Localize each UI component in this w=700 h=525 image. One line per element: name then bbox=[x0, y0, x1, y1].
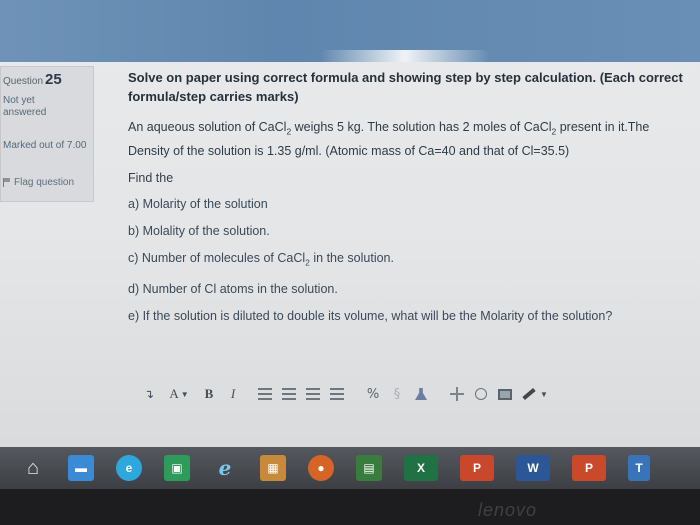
font-size-button[interactable]: A ▼ bbox=[164, 383, 194, 405]
taskbar-internet-explorer-icon[interactable]: ℯ bbox=[212, 455, 238, 481]
question-paragraph: An aqueous solution of CaCl2 weighs 5 kg… bbox=[128, 118, 688, 161]
taskbar-file-explorer-icon[interactable]: ▬ bbox=[68, 455, 94, 481]
part-c-text-1: c) Number of molecules of CaCl bbox=[128, 250, 306, 265]
brush-icon bbox=[522, 387, 536, 401]
bold-button[interactable]: B bbox=[200, 383, 218, 405]
question-content: Solve on paper using correct formula and… bbox=[128, 68, 688, 330]
excel-label: X bbox=[416, 461, 425, 475]
taskbar-media-player-icon[interactable]: ● bbox=[308, 455, 334, 481]
powerpoint-label: P bbox=[472, 461, 481, 475]
question-number-row: Question 25 bbox=[3, 71, 62, 88]
insert-image-button[interactable] bbox=[496, 383, 514, 405]
question-instruction: Solve on paper using correct formula and… bbox=[128, 70, 683, 104]
media-icon bbox=[415, 388, 427, 400]
screen-glare bbox=[320, 50, 490, 62]
italic-label: I bbox=[230, 386, 236, 401]
editor-toolbar: ↴ A ▼ B I % § ▼ bbox=[140, 382, 680, 406]
expand-toolbar-button[interactable]: ↴ bbox=[140, 383, 158, 405]
unlink-button[interactable]: § bbox=[388, 383, 406, 405]
flag-question-label: Flag question bbox=[14, 177, 75, 188]
taskbar-store-icon[interactable]: ▣ bbox=[164, 455, 190, 481]
indent-button[interactable] bbox=[328, 383, 346, 405]
screen: Question 25 Not yet answered Marked out … bbox=[0, 0, 700, 462]
part-e: e) If the solution is diluted to double … bbox=[128, 309, 613, 323]
text-color-button[interactable]: ▼ bbox=[520, 383, 550, 405]
insert-link-button[interactable]: % bbox=[364, 383, 382, 405]
outdent-icon bbox=[306, 388, 320, 400]
indent-icon bbox=[330, 388, 344, 400]
publisher-label: P bbox=[584, 461, 593, 475]
special-character-button[interactable] bbox=[448, 383, 466, 405]
unlink-icon: § bbox=[393, 386, 401, 402]
part-d: d) Number of Cl atoms in the solution. bbox=[128, 282, 338, 296]
windows-taskbar: ⌂ ▬ e ▣ ℯ ▦ ● ▤ X P W P T bbox=[0, 447, 700, 489]
taskbar-word-icon[interactable]: W bbox=[516, 455, 550, 481]
outdent-button[interactable] bbox=[304, 383, 322, 405]
unordered-list-icon bbox=[258, 388, 272, 400]
ordered-list-button[interactable] bbox=[280, 383, 298, 405]
question-label: Question bbox=[3, 76, 44, 87]
bold-label: B bbox=[204, 386, 214, 401]
special-character-icon bbox=[450, 387, 464, 401]
dropdown-caret-icon: ▼ bbox=[180, 389, 189, 399]
emoticon-button[interactable] bbox=[472, 383, 490, 405]
font-size-label: A bbox=[169, 386, 179, 401]
para-text-1: An aqueous solution of CaCl bbox=[128, 120, 287, 134]
part-c-text-2: in the solution. bbox=[309, 250, 394, 265]
taskbar-teams-icon[interactable]: T bbox=[628, 455, 650, 481]
answer-state: Not yet answered bbox=[3, 95, 47, 118]
para-text-2: weighs 5 kg. The solution has 2 moles of… bbox=[291, 120, 552, 134]
taskbar-edge-icon[interactable]: e bbox=[116, 455, 142, 481]
flag-icon bbox=[3, 178, 11, 187]
taskbar-app-icon[interactable]: ▤ bbox=[356, 455, 382, 481]
taskbar-photos-icon[interactable]: ▦ bbox=[260, 455, 286, 481]
question-info-panel: Question 25 Not yet answered Marked out … bbox=[0, 66, 94, 202]
laptop-bezel bbox=[0, 489, 700, 525]
image-icon bbox=[498, 388, 512, 400]
part-a: a) Molarity of the solution bbox=[128, 196, 268, 211]
link-icon: % bbox=[366, 386, 380, 402]
word-label: W bbox=[527, 461, 539, 475]
taskbar-home-icon[interactable]: ⌂ bbox=[20, 455, 46, 481]
brand-logo: lenovo bbox=[478, 500, 538, 520]
expand-arrow-icon: ↴ bbox=[143, 387, 155, 401]
ordered-list-icon bbox=[282, 388, 296, 400]
italic-button[interactable]: I bbox=[224, 383, 242, 405]
emoticon-icon bbox=[475, 388, 487, 400]
part-c: c) Number of molecules of CaCl2 in the s… bbox=[128, 245, 688, 277]
marks-info: Marked out of 7.00 bbox=[3, 140, 87, 151]
part-b: b) Molality of the solution. bbox=[128, 223, 270, 238]
flag-question-link[interactable]: Flag question bbox=[3, 177, 74, 188]
taskbar-excel-icon[interactable]: X bbox=[404, 455, 438, 481]
taskbar-publisher-icon[interactable]: P bbox=[572, 455, 606, 481]
dropdown-caret-icon: ▼ bbox=[540, 389, 548, 399]
t-label: T bbox=[635, 461, 643, 475]
insert-media-button[interactable] bbox=[412, 383, 430, 405]
question-parts: a) Molarity of the solution b) Molality … bbox=[128, 191, 688, 331]
question-number: 25 bbox=[45, 71, 62, 88]
taskbar-powerpoint-icon[interactable]: P bbox=[460, 455, 494, 481]
find-label: Find the bbox=[128, 170, 174, 185]
unordered-list-button[interactable] bbox=[256, 383, 274, 405]
